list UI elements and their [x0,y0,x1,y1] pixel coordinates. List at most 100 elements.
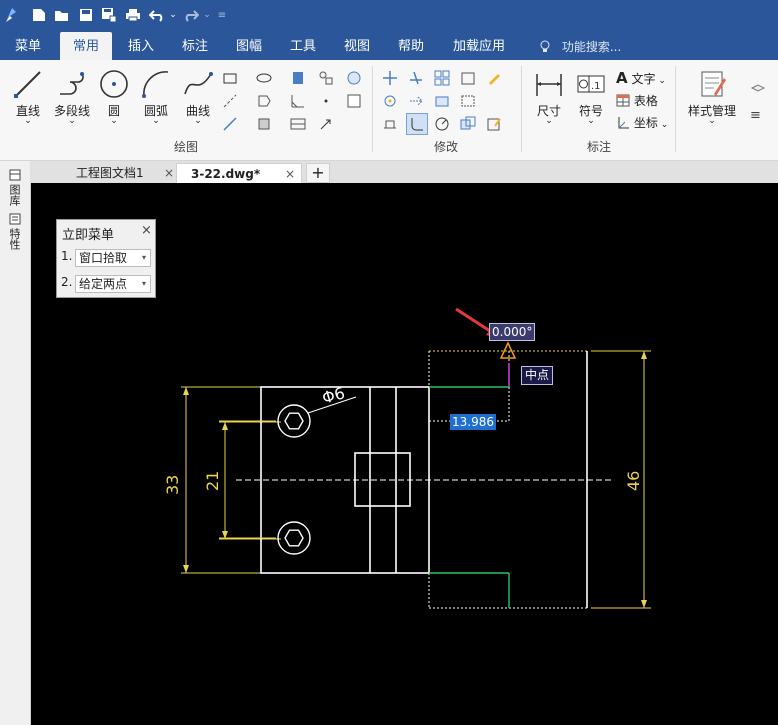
customize-icon[interactable]: ≡ [216,5,228,25]
modify-group-label: 修改 [434,140,459,154]
immediate-menu-row-2: 2. [61,275,72,293]
close-icon[interactable]: × [141,223,152,238]
offset-icon[interactable] [460,70,476,86]
undo-icon[interactable] [148,5,166,25]
draw-group-label: 绘图 [174,140,199,154]
block-icon[interactable] [318,70,334,86]
polyline-tool-button[interactable]: 多段线 ⌄ [52,68,92,132]
dimension-arrows [183,351,647,608]
ray-icon[interactable] [222,116,238,132]
print-icon[interactable] [124,5,142,25]
coordinate-tool-button[interactable]: 坐标 ⌄ [616,114,668,131]
stretch-icon[interactable] [382,116,398,132]
fillet-icon[interactable] [406,113,428,135]
save-as-icon[interactable] [100,5,118,25]
document-tab-bar: 工程图文档1 × 3-22.dwg* × + [30,161,778,183]
trim-icon[interactable] [408,70,424,86]
copy-icon[interactable] [460,116,476,132]
rectangle-icon[interactable] [222,70,238,86]
plus-icon: + [311,163,325,182]
properties-panel-tab[interactable]: 特性 [8,213,22,250]
app-logo-icon[interactable] [2,5,20,25]
angle-input[interactable]: 0.000° [489,323,536,341]
redo-icon[interactable] [182,5,200,25]
lightbulb-icon [540,40,554,54]
menu-bar: 菜单 常用 插入 标注 图幅 工具 视图 帮助 加载应用 功能搜索... [0,30,778,60]
menu-item-help[interactable]: 帮助 [388,30,434,60]
pick-mode-select[interactable]: 窗口拾取 ▾ [75,249,151,267]
line-tool-button[interactable]: 直线 ⌄ [10,68,46,132]
menu-item-insert[interactable]: 插入 [118,30,164,60]
open-file-icon[interactable] [53,5,71,25]
dropdown-arrow-icon: ▾ [141,253,146,262]
text-tool-button[interactable]: A 文字 ⌄ [616,69,666,87]
erase-icon[interactable] [486,70,502,86]
table-draw-icon[interactable] [290,116,306,132]
wipeout-icon[interactable] [346,93,362,109]
feature-search-placeholder: 功能搜索... [561,40,622,54]
table-tool-button[interactable]: 表格 [616,92,658,109]
point-icon[interactable] [318,93,334,109]
doc-tab-label: 工程图文档1 [76,166,144,180]
circle-tool-button[interactable]: 圆 ⌄ [96,68,132,132]
new-file-icon[interactable] [30,5,48,25]
doc-tab-active[interactable]: 3-22.dwg* × [176,163,302,183]
library-panel-tab[interactable]: 图库 [8,169,22,206]
array-icon[interactable] [434,70,450,86]
symbol-tool-button[interactable]: .1 符号 ⌄ [572,68,610,132]
mirror-icon[interactable] [434,93,450,109]
layer-icon[interactable] [750,80,766,96]
rotate-icon[interactable] [382,93,398,109]
row-index: 2. [61,275,73,289]
spline-icon [184,72,213,95]
fill-icon[interactable] [290,70,306,86]
hatch-icon[interactable] [290,93,306,109]
arrow-icon[interactable] [318,116,334,132]
menu-item-file[interactable]: 菜单 [6,30,50,60]
close-icon[interactable]: × [164,163,174,183]
immediate-menu: 立即菜单 × 1. 窗口拾取 ▾ 2. 给定两点 ▾ [56,219,156,298]
polyline-icon [60,72,84,95]
redo-dropdown-icon[interactable]: ⌄ [202,5,212,25]
menu-item-sheet[interactable]: 图幅 [226,30,272,60]
menu-item-common[interactable]: 常用 [60,32,112,60]
polygon-icon[interactable] [256,93,272,109]
move-icon[interactable] [382,70,398,86]
style-manager-button[interactable]: 样式管理 ⌄ [682,68,742,132]
text-tool-label: 文字 [631,72,656,86]
dimension-tool-button[interactable]: 尺寸 ⌄ [530,68,568,132]
boundary-icon[interactable] [256,116,272,132]
immediate-menu-title: 立即菜单 [62,228,115,243]
feature-search[interactable]: 功能搜索... [540,30,621,60]
red-arrow-shaft [455,307,494,335]
doc-tab-untitled[interactable]: 工程图文档1 × [58,163,180,183]
menu-item-tools[interactable]: 工具 [280,30,326,60]
chevron-down-icon: ⌄ [545,116,553,126]
length-input[interactable]: 13.986 [450,414,496,430]
point-mode-value: 给定两点 [79,277,128,291]
annotate-group-label: 标注 [587,140,612,154]
new-tab-button[interactable]: + [306,163,330,183]
extend-icon[interactable] [408,93,424,109]
snap-tooltip: 中点 [521,366,554,385]
doc-tab-label: 3-22.dwg* [191,167,261,181]
more-icon[interactable]: ≡ [750,108,766,124]
menu-item-view[interactable]: 视图 [334,30,380,60]
close-icon[interactable]: × [285,164,295,184]
menu-item-plugins[interactable]: 加载应用 [444,30,514,60]
image-icon[interactable] [346,70,362,86]
arc-tool-button[interactable]: 圆弧 ⌄ [138,68,174,132]
coordinate-tool-label: 坐标 [633,116,658,130]
curve-tool-button[interactable]: 曲线 ⌄ [180,68,216,132]
save-icon[interactable] [77,5,95,25]
ribbon-separator [521,66,522,152]
undo-dropdown-icon[interactable]: ⌄ [168,5,178,25]
ellipse-icon[interactable] [256,70,272,86]
immediate-menu-row-1: 1. [61,249,72,267]
properties-brush-icon[interactable] [486,116,502,132]
scale-icon[interactable] [434,116,450,132]
explode-icon[interactable] [460,93,476,109]
point-mode-select[interactable]: 给定两点 ▾ [75,275,151,293]
centerline-icon[interactable] [222,93,238,109]
menu-item-annotate[interactable]: 标注 [172,30,218,60]
